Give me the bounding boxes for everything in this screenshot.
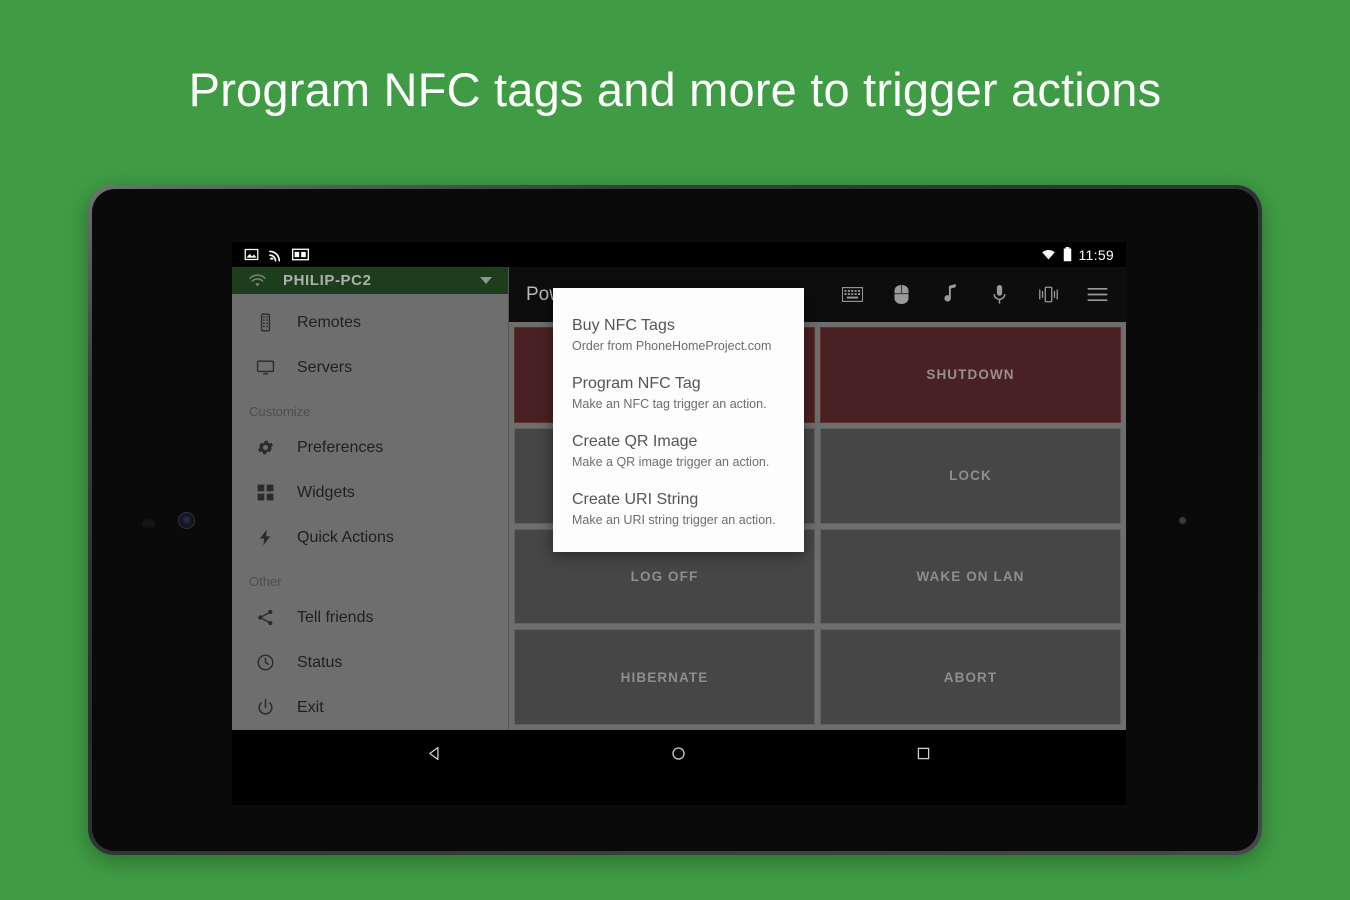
tablet-device: 11:59 PHILIP-PC2 Remotes Servers Customi… (88, 185, 1262, 855)
sidebar-item-tell-friends[interactable]: Tell friends (232, 595, 508, 640)
home-button[interactable] (668, 743, 690, 765)
nav-list: Remotes Servers Customize Preferences Wi… (232, 294, 508, 730)
dialog-item-title: Program NFC Tag (572, 375, 701, 392)
battery-icon (1063, 247, 1071, 262)
home-icon (672, 747, 686, 760)
dialog-item-program-nfc-tag[interactable]: Program NFC Tag Make an NFC tag trigger … (553, 364, 804, 422)
status-bar-right-icons: 11:59 (1041, 247, 1115, 263)
device-name-label: PHILIP-PC2 (283, 272, 372, 289)
music-note-icon[interactable] (940, 284, 961, 305)
wifi-icon (1041, 250, 1055, 260)
sidebar-item-label: Widgets (297, 483, 355, 501)
dialog-item-subtitle: Make an NFC tag trigger an action. (572, 397, 767, 411)
sidebar-item-label: Remotes (297, 313, 362, 331)
tile-abort[interactable]: ABORT (820, 629, 1121, 725)
tile-hibernate[interactable]: HIBERNATE (514, 629, 815, 725)
mouse-icon[interactable] (891, 284, 912, 305)
page-title: Program NFC tags and more to trigger act… (188, 63, 1162, 116)
recents-button[interactable] (913, 743, 935, 765)
remote-control-icon (260, 313, 271, 332)
camera-icon (178, 512, 195, 529)
power-icon (258, 698, 273, 715)
sidebar-item-label: Status (297, 653, 343, 671)
indicator-dot-icon (1179, 517, 1186, 524)
sidebar-item-label: Servers (297, 358, 353, 376)
status-bar: 11:59 (232, 242, 1126, 267)
sidebar-item-remotes[interactable]: Remotes (232, 300, 508, 345)
dialog-item-subtitle: Order from PhoneHomeProject.com (572, 339, 772, 353)
chevron-down-icon[interactable] (480, 277, 492, 284)
keyboard-icon[interactable] (842, 284, 863, 305)
tile-lock[interactable]: LOCK (820, 427, 1121, 524)
sidebar-item-widgets[interactable]: Widgets (232, 470, 508, 515)
cast-icon (269, 250, 281, 262)
dialog-item-create-qr-image[interactable]: Create QR Image Make a QR image trigger … (553, 422, 804, 480)
wifi-icon (249, 274, 266, 287)
clock-time: 11:59 (1078, 246, 1114, 263)
grid-icon (257, 484, 274, 501)
nfc-options-dialog: Buy NFC Tags Order from PhoneHomeProject… (553, 288, 804, 552)
content-area: Power (509, 267, 1126, 730)
toolbar-actions (842, 284, 1108, 305)
sidebar-item-label: Tell friends (297, 608, 374, 626)
dialog-item-title: Create URI String (572, 491, 699, 508)
image-icon (244, 248, 259, 261)
dialog-item-title: Buy NFC Tags (572, 317, 675, 334)
widget-icon (292, 248, 309, 261)
monitor-icon (256, 360, 275, 375)
recents-icon (917, 747, 930, 760)
sensor-icon (142, 519, 155, 528)
dialog-item-buy-nfc-tags[interactable]: Buy NFC Tags Order from PhoneHomeProject… (553, 306, 804, 364)
clock-icon (257, 654, 274, 671)
gear-icon (257, 440, 273, 455)
sidebar-item-label: Exit (297, 698, 324, 716)
share-icon (258, 609, 273, 626)
device-selector[interactable]: PHILIP-PC2 (232, 267, 508, 294)
back-button[interactable] (423, 743, 445, 765)
sidebar-section-customize: Customize (249, 404, 311, 419)
dialog-item-create-uri-string[interactable]: Create URI String Make an URI string tri… (553, 480, 804, 538)
sidebar-section-other: Other (249, 574, 282, 589)
status-bar-left-icons (244, 247, 309, 262)
device-screen: 11:59 PHILIP-PC2 Remotes Servers Customi… (232, 242, 1126, 805)
sidebar-item-label: Preferences (297, 438, 384, 456)
tile-wake-on-lan[interactable]: WAKE ON LAN (820, 528, 1121, 625)
vibrate-icon[interactable] (1038, 284, 1059, 305)
navigation-drawer: PHILIP-PC2 Remotes Servers Customize Pre… (232, 267, 509, 730)
hamburger-menu-icon[interactable] (1087, 284, 1108, 305)
dialog-item-subtitle: Make an URI string trigger an action. (572, 513, 776, 527)
android-nav-bar (232, 730, 1126, 777)
sidebar-item-preferences[interactable]: Preferences (232, 425, 508, 470)
dialog-item-title: Create QR Image (572, 433, 698, 450)
sidebar-item-label: Quick Actions (297, 528, 394, 546)
sidebar-item-servers[interactable]: Servers (232, 345, 508, 390)
back-icon (429, 746, 439, 761)
tablet-bezel: 11:59 PHILIP-PC2 Remotes Servers Customi… (92, 189, 1258, 851)
bolt-icon (259, 529, 271, 546)
dialog-item-subtitle: Make a QR image trigger an action. (572, 455, 770, 469)
sidebar-item-exit[interactable]: Exit (232, 685, 508, 730)
app-container: PHILIP-PC2 Remotes Servers Customize Pre… (232, 267, 1126, 730)
sidebar-item-status[interactable]: Status (232, 640, 508, 685)
tile-shutdown[interactable]: SHUTDOWN (820, 327, 1121, 423)
microphone-icon[interactable] (989, 284, 1010, 305)
sidebar-item-quick-actions[interactable]: Quick Actions (232, 515, 508, 560)
